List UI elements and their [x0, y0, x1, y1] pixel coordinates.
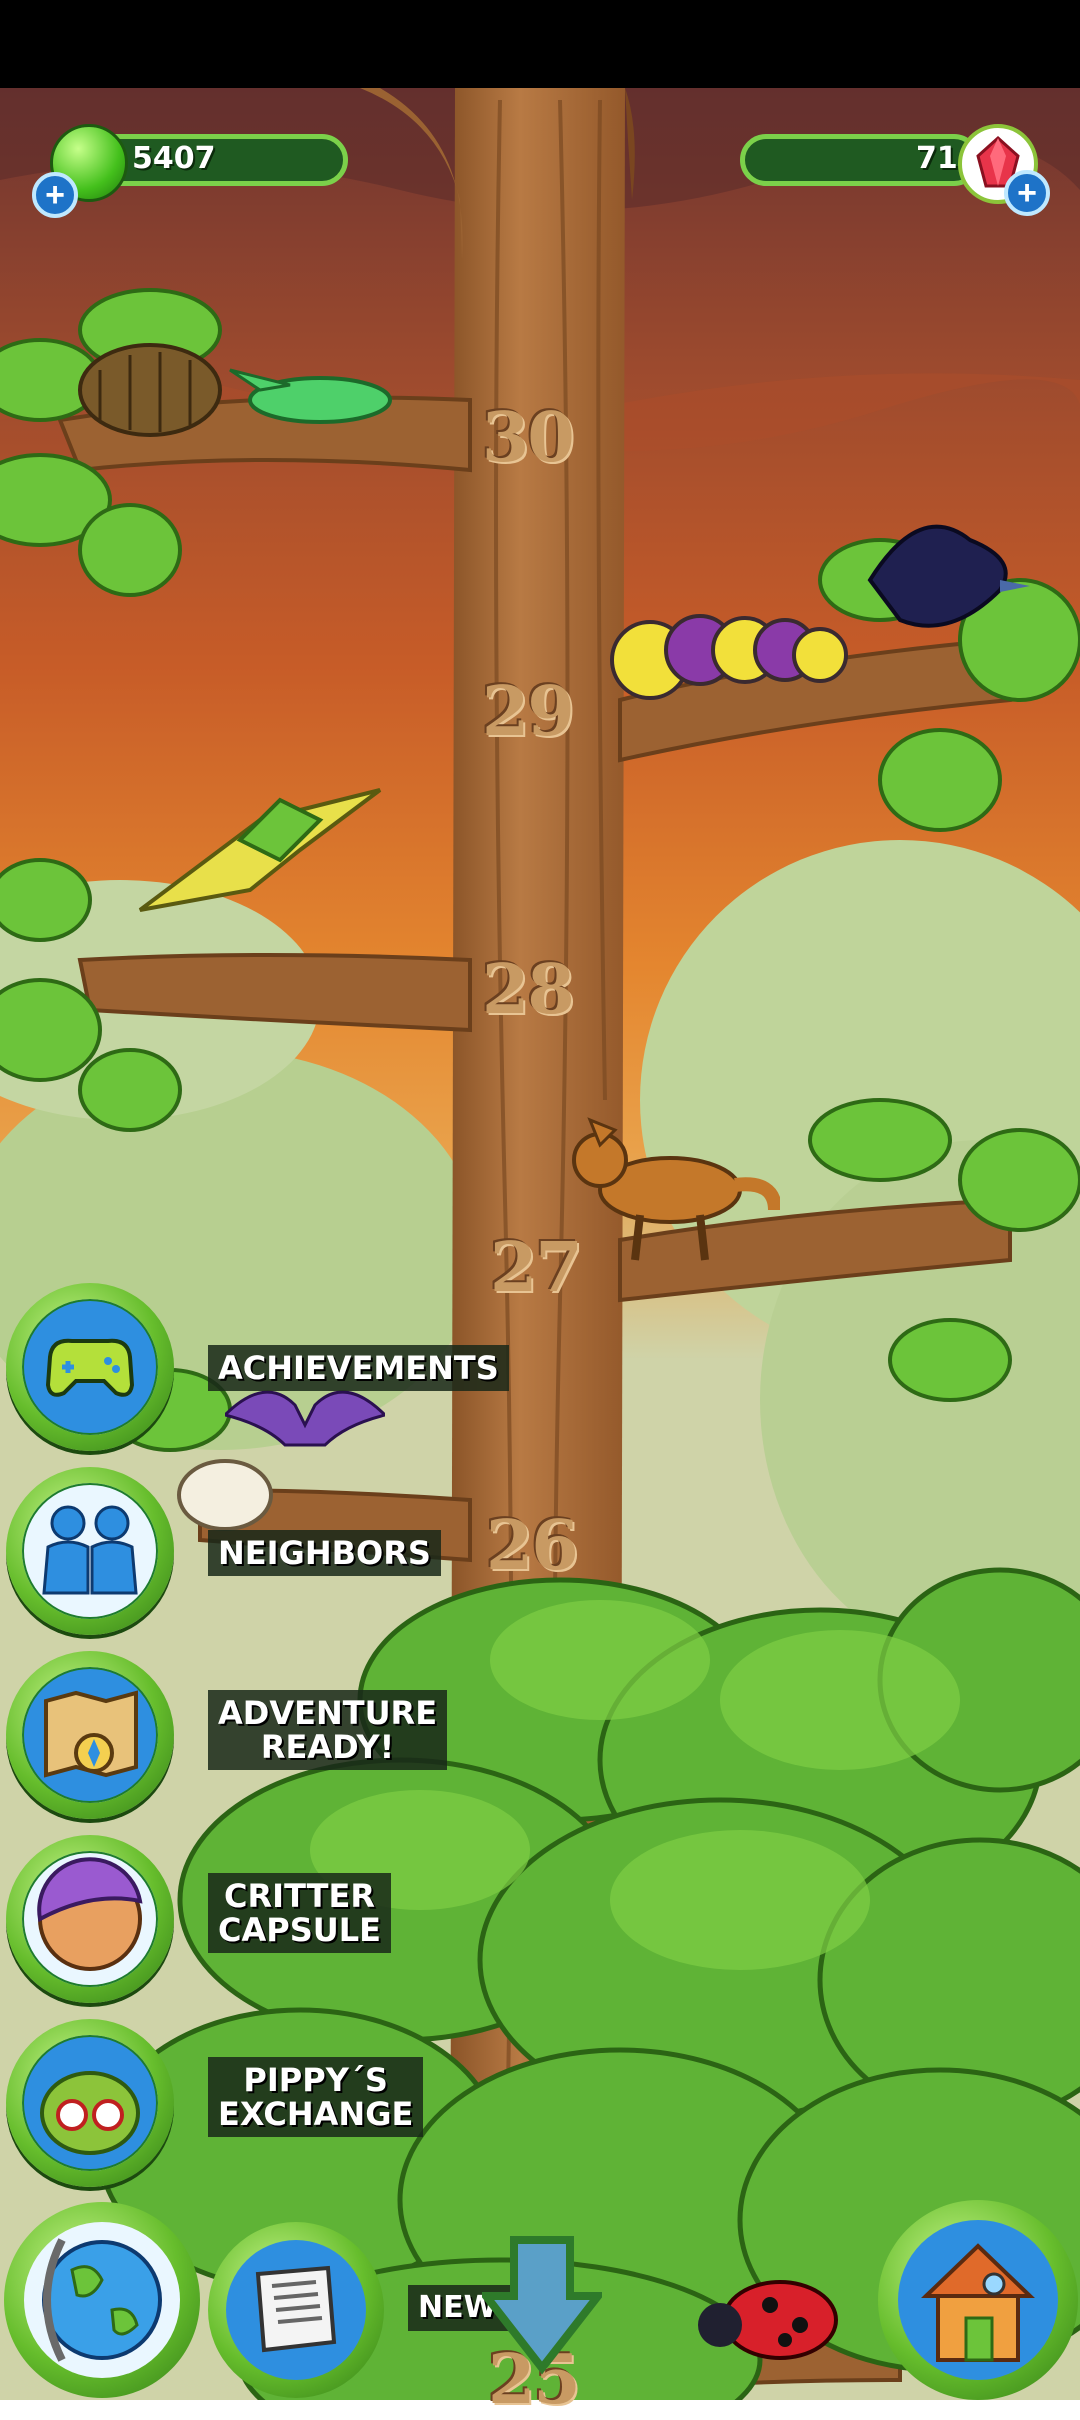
pippys-exchange-button[interactable] [6, 2019, 174, 2187]
caterpillar-and-crow-critters[interactable] [600, 500, 1040, 720]
gamepad-icon [24, 1301, 156, 1433]
status-bar [0, 0, 1080, 88]
adventure-ready-label: ADVENTURE READY! [208, 1690, 448, 1770]
level-number-29: 29 [482, 672, 575, 752]
pippys-exchange-icon-bg [22, 2035, 158, 2171]
sheep-critter[interactable] [175, 1455, 275, 1535]
coyote-critter[interactable] [560, 1100, 780, 1270]
globe-icon [24, 2222, 180, 2378]
newspaper-icon [226, 2240, 366, 2380]
game-screen: + 5407 + 71 30 29 28 27 26 25 ACHIEVEMEN… [0, 0, 1080, 2420]
neighbors-icon-bg [22, 1483, 158, 1619]
home-button[interactable] [878, 2200, 1078, 2400]
add-leaves-button[interactable]: + [32, 172, 78, 218]
level-number-28: 28 [482, 950, 575, 1030]
world-map-button[interactable] [4, 2202, 200, 2398]
add-gems-button[interactable]: + [1004, 170, 1050, 216]
level-number-26: 26 [486, 1506, 579, 1586]
gem-count: 71 [916, 141, 958, 176]
people-icon [24, 1485, 156, 1617]
neighbors-button[interactable] [6, 1467, 174, 1635]
pterodactyl-critter[interactable] [130, 780, 390, 920]
adventure-button[interactable] [6, 1651, 174, 1819]
critter-capsule-icon-bg [22, 1851, 158, 1987]
down-arrow-icon[interactable] [482, 2236, 602, 2376]
adventure-icon-bg [22, 1667, 158, 1803]
achievements-icon-bg [22, 1299, 158, 1435]
armadillo-and-lizard-critters[interactable] [60, 330, 400, 450]
achievements-label: ACHIEVEMENTS [208, 1345, 509, 1391]
pippys-exchange-label: PIPPY´S EXCHANGE [208, 2057, 424, 2137]
leaf-count: 5407 [132, 141, 216, 176]
neighbors-label: NEIGHBORS [208, 1530, 441, 1576]
achievements-button[interactable] [6, 1283, 174, 1451]
capsule-icon [24, 1853, 156, 1985]
map-compass-icon [24, 1669, 156, 1801]
ladybug-critter[interactable] [690, 2270, 840, 2360]
level-number-30: 30 [482, 398, 575, 478]
pippy-icon [24, 2037, 156, 2169]
critter-capsule-label: CRITTER CAPSULE [208, 1873, 391, 1953]
house-icon [898, 2220, 1058, 2380]
news-button[interactable] [208, 2222, 384, 2398]
critter-capsule-button[interactable] [6, 1835, 174, 2003]
